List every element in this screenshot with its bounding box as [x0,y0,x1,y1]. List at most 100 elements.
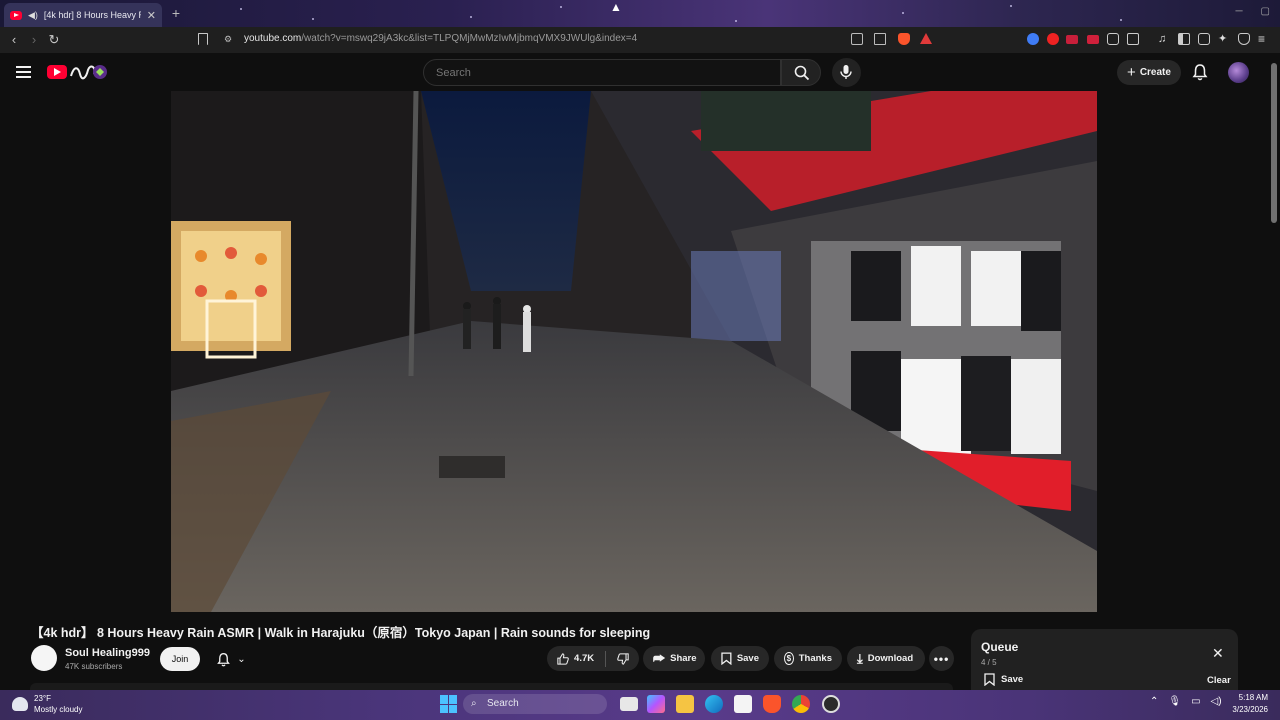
save-button[interactable]: Save [711,646,769,671]
extension-red2-icon[interactable] [1087,35,1099,44]
leo-ai-icon[interactable]: ✦ [1218,33,1230,45]
tray-overflow-icon[interactable]: ⌃ [1150,696,1158,707]
tab-title: [4k hdr] 8 Hours Heavy Rain [43,10,141,20]
bookmark-icon [984,673,995,686]
taskbar-search[interactable]: ⌕ Search [463,694,607,714]
extensions-puzzle-icon[interactable] [1107,33,1119,45]
media-controls-icon[interactable]: ♫ [1158,33,1170,45]
like-divider [605,650,606,667]
share-label: Share [670,653,697,664]
temperature: 23°F [34,694,51,703]
youtube-logo-icon[interactable] [47,65,67,79]
weather-widget[interactable]: 23°F Mostly cloudy [12,693,82,715]
queue-close-icon[interactable]: ✕ [1212,645,1224,662]
like-icon[interactable] [557,652,569,666]
download-label: Download [867,653,914,664]
reload-icon[interactable]: ↻ [44,30,64,50]
task-view-icon[interactable] [620,697,638,711]
browser-tab-bar [0,0,1280,27]
sidebar-toggle-icon[interactable] [1178,33,1190,45]
obs-studio-icon[interactable] [822,695,840,713]
queue-position: 4 / 5 [981,658,997,667]
extension-red-icon[interactable] [1066,35,1078,44]
maximize-icon[interactable]: ▢ [1261,6,1270,17]
edge-browser-icon[interactable] [705,695,723,713]
windows-start-icon[interactable] [440,695,458,713]
guide-menu-icon[interactable] [16,66,31,78]
window-controls: ─ ▢ [1235,6,1270,17]
taskbar-clock[interactable]: 5:18 AM 3/23/2026 [1226,692,1268,716]
url-host: youtube.com [244,33,302,44]
brave-rewards-icon[interactable] [920,33,932,44]
share-button[interactable]: ⮫ Share [643,646,705,671]
back-icon[interactable]: ‹ [4,30,24,50]
chrome-browser-icon[interactable] [792,695,810,713]
scrollbar-thumb[interactable] [1271,63,1277,223]
video-frame-rainy-street [171,91,1097,612]
forward-icon[interactable]: › [24,30,44,50]
file-explorer-icon[interactable] [676,695,694,713]
audio-playing-icon[interactable]: ◀) [28,10,38,21]
queue-clear-button[interactable]: Clear [1207,675,1231,686]
tab-close-icon[interactable]: ✕ [147,9,156,22]
weather-condition: Mostly cloudy [34,705,83,714]
search-input[interactable] [423,59,781,86]
tray-network-icon[interactable]: ▭ [1191,696,1200,707]
download-button[interactable]: ⤓ Download [847,646,925,671]
minimize-icon[interactable]: ─ [1235,6,1242,17]
vpn-shield-icon[interactable] [1238,33,1250,45]
microsoft-store-icon[interactable] [734,695,752,713]
description-panel-edge [30,683,953,690]
channel-name[interactable]: Soul Healing999 [65,647,150,659]
video-player[interactable] [171,91,1097,612]
queue-title: Queue [981,640,1019,654]
browser-tab-active[interactable]: ◀) [4k hdr] 8 Hours Heavy Rain ✕ [4,3,162,27]
create-button[interactable]: + Create [1117,60,1181,85]
brave-shields-icon[interactable] [898,33,910,45]
bookmark-save-icon [721,652,732,665]
bookmark-icon[interactable] [198,33,208,45]
voice-search-button[interactable] [832,58,861,87]
tray-volume-icon[interactable]: ◁) [1211,696,1222,707]
site-info-icon[interactable]: ⚙ [224,34,232,45]
copilot-icon[interactable] [647,695,665,713]
brave-browser-icon[interactable] [763,695,781,713]
share-page-icon[interactable] [874,33,886,45]
clock-time: 5:18 AM [1238,693,1268,702]
taskbar-search-label: Search [487,698,519,709]
subscription-notification-button[interactable]: ⌄ [209,647,253,671]
thanks-button[interactable]: $ Thanks [774,646,842,671]
thanks-icon: $ [784,652,794,665]
page-scrollbar[interactable] [1268,53,1280,690]
new-tab-button[interactable]: + [168,5,184,21]
extension-youtube-icon[interactable] [1047,33,1059,45]
like-dislike-group: 4.7K [547,646,639,671]
video-title: 【4k hdr】 8 Hours Heavy Rain ASMR | Walk … [31,626,651,640]
screenshot-icon[interactable] [1127,33,1139,45]
create-label: Create [1139,67,1171,78]
dislike-icon[interactable] [617,652,629,666]
queue-save-button[interactable]: Save [984,673,1023,686]
subscriber-count: 47K subscribers [65,662,123,671]
save-label: Save [736,653,759,664]
notifications-bell-icon[interactable] [1191,63,1209,81]
cloudy-weather-icon [12,697,28,711]
system-tray: ⌃ 🎙︎ ▭ ◁) [1150,696,1222,707]
search-button[interactable] [781,59,821,86]
like-count[interactable]: 4.7K [574,653,594,664]
tray-mic-icon[interactable]: 🎙︎ [1168,696,1181,707]
browser-menu-icon[interactable]: ≡ [1258,33,1270,45]
clock-date: 3/23/2026 [1232,705,1268,714]
address-bar[interactable]: youtube.com/watch?v=mswq29jA3kc&list=TLP… [244,33,637,44]
account-avatar[interactable] [1228,62,1249,83]
youtube-doodle-logo[interactable] [68,62,108,82]
extension-blue-icon[interactable] [1027,33,1039,45]
search-icon [794,65,810,81]
windows-taskbar [0,690,1280,720]
channel-avatar[interactable] [31,645,57,671]
more-actions-button[interactable]: ••• [929,646,954,671]
download-icon: ⤓ [857,650,863,666]
join-button[interactable]: Join [160,647,200,671]
wallet-icon[interactable] [1198,33,1210,45]
cast-icon[interactable] [851,33,863,45]
